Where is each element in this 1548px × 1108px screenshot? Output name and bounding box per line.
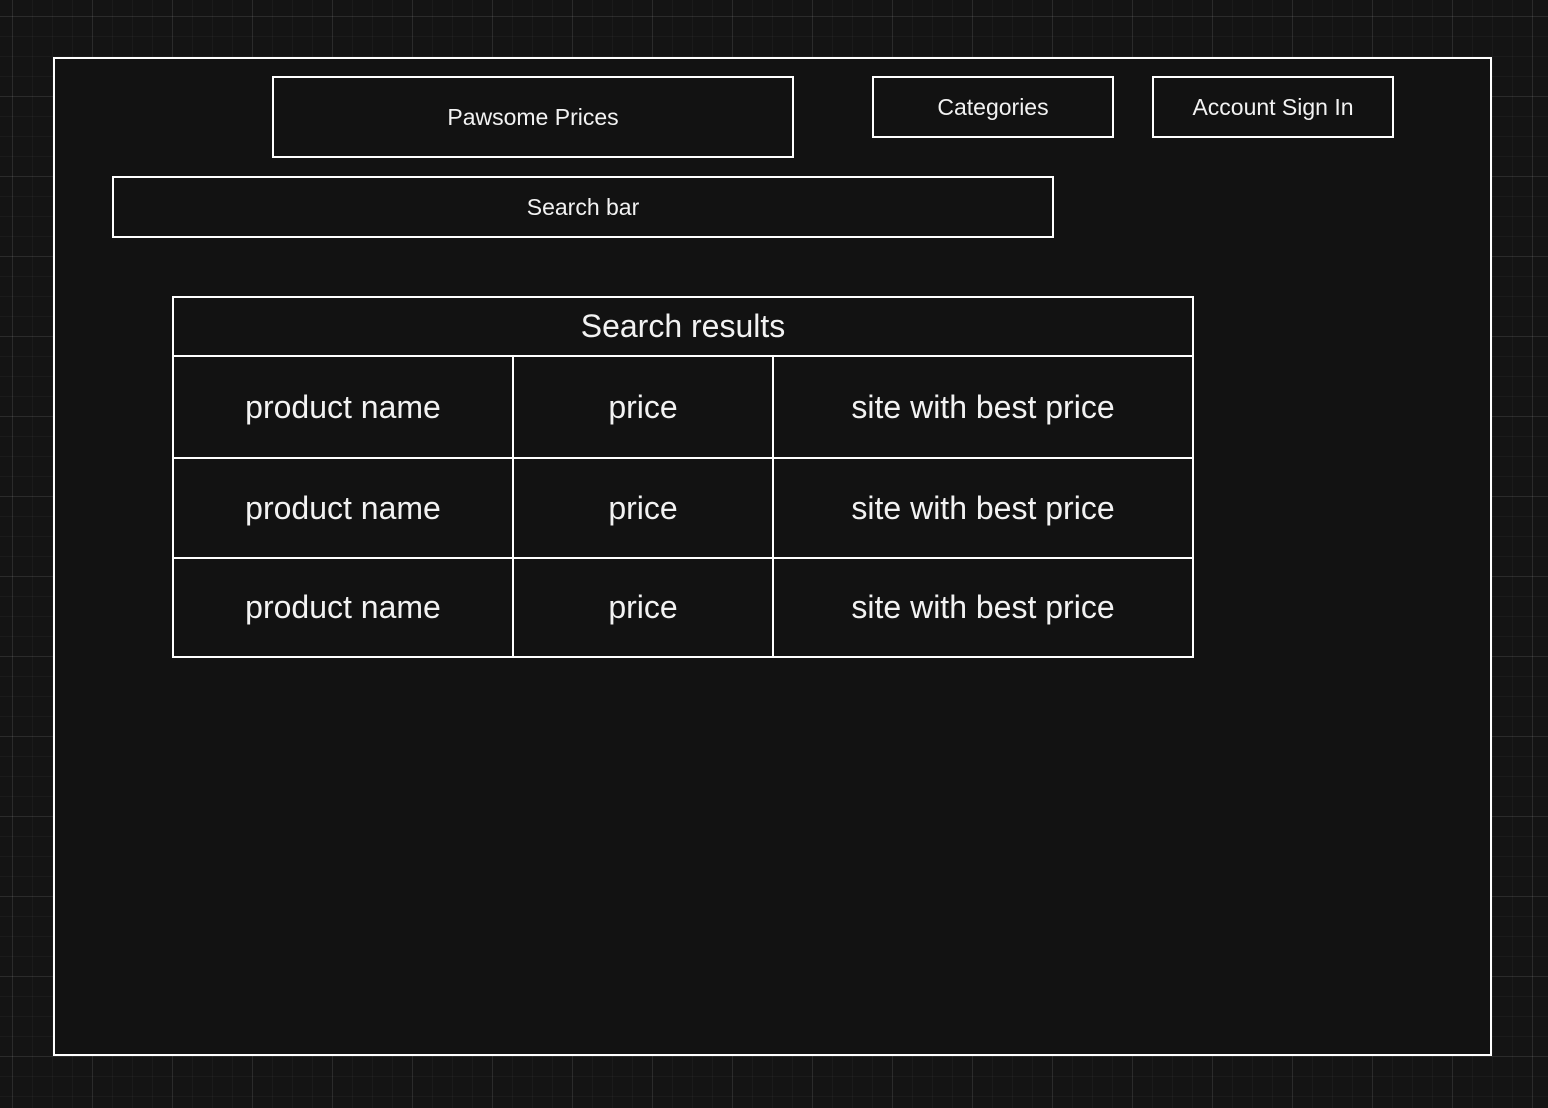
best-price-site-cell[interactable]: site with best price: [774, 559, 1192, 656]
price-cell: price: [514, 459, 774, 557]
table-row[interactable]: product name price site with best price: [174, 557, 1192, 656]
search-bar-label: Search bar: [526, 193, 640, 220]
table-row[interactable]: product name price site with best price: [174, 457, 1192, 557]
categories-button[interactable]: Categories: [872, 76, 1114, 138]
best-price-site-cell[interactable]: site with best price: [774, 459, 1192, 557]
price-cell: price: [514, 357, 774, 457]
search-bar[interactable]: Search bar: [112, 176, 1054, 238]
product-name-cell[interactable]: product name: [174, 357, 514, 457]
best-price-site-cell[interactable]: site with best price: [774, 357, 1192, 457]
search-results-title: Search results: [174, 298, 1192, 357]
categories-label: Categories: [937, 93, 1049, 120]
account-sign-in-button[interactable]: Account Sign In: [1152, 76, 1394, 138]
product-name-cell[interactable]: product name: [174, 459, 514, 557]
site-logo-label: Pawsome Prices: [447, 103, 619, 130]
product-name-cell[interactable]: product name: [174, 559, 514, 656]
price-cell: price: [514, 559, 774, 656]
site-logo[interactable]: Pawsome Prices: [272, 76, 794, 158]
table-row[interactable]: product name price site with best price: [174, 357, 1192, 457]
search-results-table: Search results product name price site w…: [172, 296, 1194, 658]
account-sign-in-label: Account Sign In: [1192, 93, 1354, 120]
